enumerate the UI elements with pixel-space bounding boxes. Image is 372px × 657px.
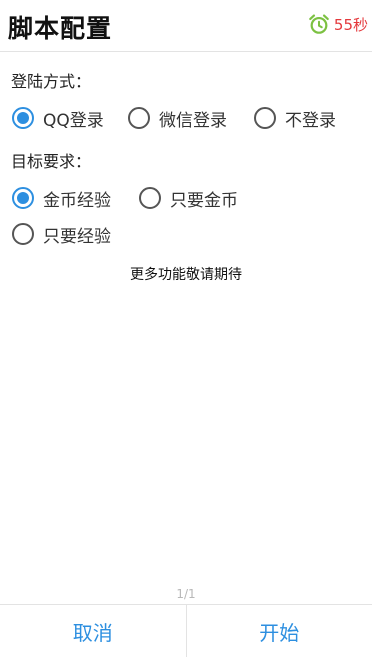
radio-gold-and-exp[interactable]: 金币经验 bbox=[12, 185, 111, 211]
radio-unchecked-icon[interactable] bbox=[139, 187, 161, 209]
cancel-button[interactable]: 取消 bbox=[0, 605, 186, 657]
radio-no-login[interactable]: 不登录 bbox=[254, 105, 336, 131]
page-indicator: 1/1 bbox=[176, 587, 196, 601]
radio-checked-icon[interactable] bbox=[12, 187, 34, 209]
option-label: 只要经验 bbox=[43, 226, 111, 247]
radio-checked-icon[interactable] bbox=[12, 107, 34, 129]
alarm-clock-icon bbox=[309, 14, 329, 34]
radio-qq-login[interactable]: QQ登录 bbox=[12, 105, 104, 131]
option-label: 只要金币 bbox=[170, 190, 238, 211]
radio-unchecked-icon[interactable] bbox=[128, 107, 150, 129]
radio-wechat-login[interactable]: 微信登录 bbox=[128, 105, 227, 131]
timer-text: 55秒 bbox=[333, 15, 368, 34]
option-label: 不登录 bbox=[285, 110, 336, 131]
radio-unchecked-icon[interactable] bbox=[254, 107, 276, 129]
radio-exp-only[interactable]: 只要经验 bbox=[12, 221, 111, 247]
target-requirement-label: 目标要求： bbox=[11, 152, 92, 171]
header-bar: 脚本配置 55秒 bbox=[0, 0, 372, 52]
page-title: 脚本配置 bbox=[8, 14, 113, 43]
bottom-action-bar: 取消 开始 bbox=[0, 604, 372, 657]
start-button[interactable]: 开始 bbox=[187, 605, 372, 657]
radio-gold-only[interactable]: 只要金币 bbox=[139, 185, 238, 211]
login-method-label: 登陆方式： bbox=[11, 72, 92, 91]
option-label: 微信登录 bbox=[159, 110, 227, 131]
more-features-notice: 更多功能敬请期待 bbox=[130, 267, 242, 283]
countdown-timer: 55秒 bbox=[308, 13, 368, 35]
option-label: 金币经验 bbox=[43, 190, 111, 211]
radio-unchecked-icon[interactable] bbox=[12, 223, 34, 245]
option-label: QQ登录 bbox=[43, 110, 104, 131]
